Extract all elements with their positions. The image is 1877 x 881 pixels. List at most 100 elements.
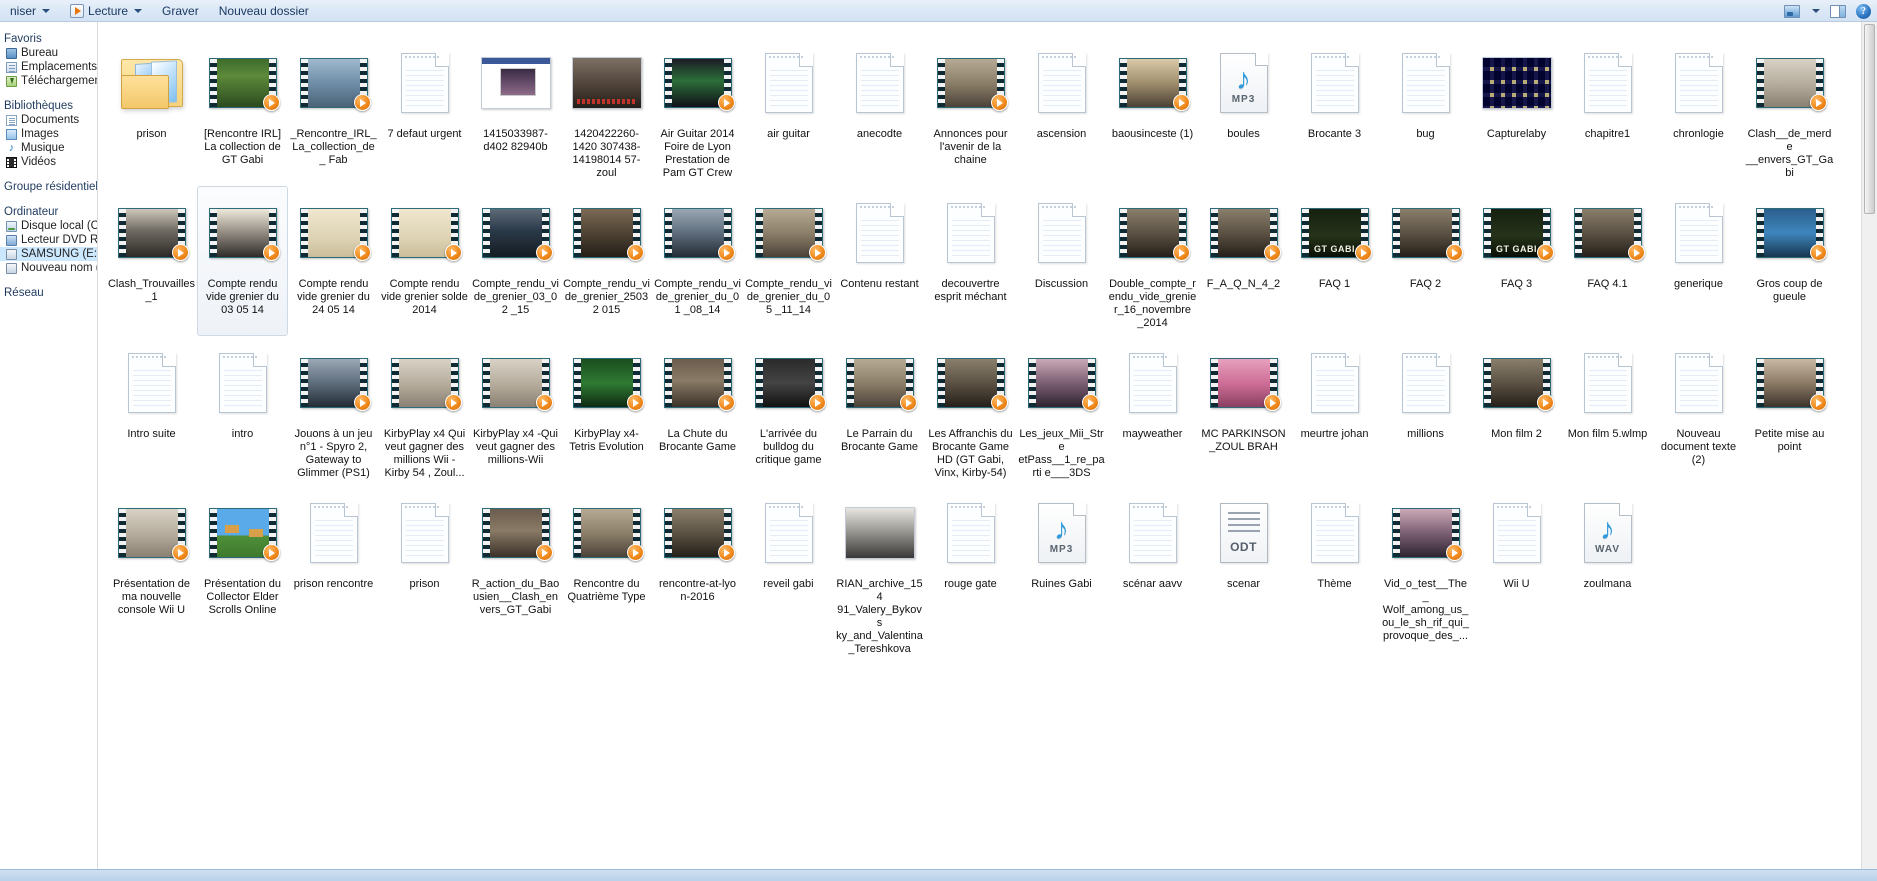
file-item[interactable]: generique [1653, 186, 1744, 336]
burn-button[interactable]: Graver [152, 1, 209, 21]
file-item[interactable]: _Rencontre_IRL_ La_collection_de_ Fab [288, 36, 379, 186]
file-item[interactable]: 7 defaut urgent [379, 36, 470, 186]
help-icon[interactable]: ? [1856, 3, 1871, 19]
file-item[interactable]: Mon film 5.wlmp [1562, 336, 1653, 486]
file-item[interactable]: ODT scenar [1198, 486, 1289, 659]
sidebar-item-images[interactable]: Images [0, 127, 97, 141]
file-item[interactable]: FAQ 3 [1471, 186, 1562, 336]
file-item[interactable]: FAQ 2 [1380, 186, 1471, 336]
file-item[interactable]: prison rencontre [288, 486, 379, 659]
file-item[interactable]: ♪ WAV zoulmana [1562, 486, 1653, 659]
sidebar-item-disque-local-c[interactable]: Disque local (C:) [0, 219, 97, 233]
file-item[interactable]: Petite mise au point [1744, 336, 1835, 486]
scrollbar-thumb[interactable] [1864, 24, 1875, 214]
sidebar-item-t-l-chargements[interactable]: Téléchargements [0, 74, 97, 88]
vertical-scrollbar[interactable] [1861, 22, 1877, 869]
file-name-label: generique [1674, 278, 1723, 290]
sidebar-item-samsung-e[interactable]: SAMSUNG (E:) [0, 247, 97, 261]
file-item[interactable]: ♪ MP3 boules [1198, 36, 1289, 186]
sidebar-item-documents[interactable]: Documents [0, 113, 97, 127]
file-item[interactable]: KirbyPlay x4 Qui veut gagner des million… [379, 336, 470, 486]
file-item[interactable]: reveil gabi [743, 486, 834, 659]
file-item[interactable]: ♪ MP3 Ruines Gabi [1016, 486, 1107, 659]
file-item[interactable]: Jouons à un jeu n°1 - Spyro 2, Gateway t… [288, 336, 379, 486]
file-item[interactable]: Présentation de ma nouvelle console Wii … [106, 486, 197, 659]
file-item[interactable]: [Rencontre IRL] La collection de GT Gabi [197, 36, 288, 186]
file-item[interactable]: Rencontre du Quatrième Type [561, 486, 652, 659]
file-name-label: reveil gabi [763, 578, 814, 590]
chevron-down-icon[interactable] [1812, 9, 1820, 13]
file-item[interactable]: meurtre johan [1289, 336, 1380, 486]
file-item[interactable]: FAQ 1 [1289, 186, 1380, 336]
file-item[interactable]: Compte_rendu_vi de_grenier_du_05 _11_14 [743, 186, 834, 336]
file-item[interactable]: chapitre1 [1562, 36, 1653, 186]
file-item[interactable]: Contenu restant [834, 186, 925, 336]
file-item[interactable]: Brocante 3 [1289, 36, 1380, 186]
file-item[interactable]: prison [106, 36, 197, 186]
file-item[interactable]: Capturelaby [1471, 36, 1562, 186]
file-item[interactable]: Compte_rendu_vi de_grenier_du_01 _08_14 [652, 186, 743, 336]
file-item[interactable]: RIAN_archive_154 91_Valery_Bykovs ky_and… [834, 486, 925, 659]
organize-button[interactable]: niser [0, 1, 60, 21]
file-item[interactable]: Les Affranchis du Brocante Game HD (GT G… [925, 336, 1016, 486]
file-item[interactable]: Gros coup de gueule [1744, 186, 1835, 336]
file-item[interactable]: Air Guitar 2014 Foire de Lyon Prestation… [652, 36, 743, 186]
file-item[interactable]: prison [379, 486, 470, 659]
file-item[interactable]: 1420422260-1420 307438-14198014 57-zoul [561, 36, 652, 186]
file-item[interactable]: La Chute du Brocante Game [652, 336, 743, 486]
play-overlay-icon [717, 544, 735, 561]
view-layout-icon[interactable] [1784, 4, 1800, 18]
file-item[interactable]: Le Parrain du Brocante Game [834, 336, 925, 486]
file-item[interactable]: chronlogie [1653, 36, 1744, 186]
file-item[interactable]: bug [1380, 36, 1471, 186]
file-item[interactable]: air guitar [743, 36, 834, 186]
file-item[interactable]: Présentation du Collector Elder Scrolls … [197, 486, 288, 659]
file-item[interactable]: Clash_Trouvailles _1 [106, 186, 197, 336]
sidebar-item-musique[interactable]: ♪ Musique [0, 141, 97, 155]
file-item[interactable]: F_A_Q_N_4_2 [1198, 186, 1289, 336]
file-item[interactable]: Les_jeux_Mii_Stre etPass__1_re_parti e__… [1016, 336, 1107, 486]
file-item[interactable]: Annonces pour l'avenir de la chaine [925, 36, 1016, 186]
file-thumbnail [746, 41, 831, 125]
play-button[interactable]: Lecture [60, 1, 152, 21]
sidebar-item-lecteur-dvd-rw-d[interactable]: Lecteur DVD RW (D: [0, 233, 97, 247]
file-item[interactable]: Nouveau document texte (2) [1653, 336, 1744, 486]
image-file-icon [480, 57, 551, 109]
file-item[interactable]: millions [1380, 336, 1471, 486]
file-item[interactable]: rouge gate [925, 486, 1016, 659]
file-item[interactable]: rencontre-at-lyo n-2016 [652, 486, 743, 659]
file-item[interactable]: ascension [1016, 36, 1107, 186]
file-item[interactable]: Clash__de_merde __envers_GT_Gabi [1744, 36, 1835, 186]
file-item[interactable]: Compte_rendu_vi de_grenier_03_02 _15 [470, 186, 561, 336]
file-item[interactable]: decouvertre esprit méchant [925, 186, 1016, 336]
file-item[interactable]: mayweather [1107, 336, 1198, 486]
file-item[interactable]: R_action_du_Bao usien__Clash_en vers_GT_… [470, 486, 561, 659]
file-item[interactable]: L'arrivée du bulldog du critique game [743, 336, 834, 486]
sidebar-item-vid-os[interactable]: Vidéos [0, 155, 97, 169]
sidebar-item-emplacements-r-cen[interactable]: Emplacements récen [0, 60, 97, 74]
file-item[interactable]: KirbyPlay x4-Tetris Evolution [561, 336, 652, 486]
preview-pane-icon[interactable] [1830, 4, 1846, 18]
new-folder-button[interactable]: Nouveau dossier [209, 1, 319, 21]
file-item[interactable]: Discussion [1016, 186, 1107, 336]
file-item[interactable]: anecodte [834, 36, 925, 186]
file-item[interactable]: Compte rendu vide grenier du 03 05 14 [197, 186, 288, 336]
file-item[interactable]: Compte_rendu_vi de_grenier_25032 015 [561, 186, 652, 336]
file-item[interactable]: Thème [1289, 486, 1380, 659]
file-item[interactable]: Double_compte_r endu_vide_grenie r_16_no… [1107, 186, 1198, 336]
file-item[interactable]: Compte rendu vide grenier du 24 05 14 [288, 186, 379, 336]
file-item[interactable]: Compte rendu vide grenier solde 2014 [379, 186, 470, 336]
file-item[interactable]: FAQ 4.1 [1562, 186, 1653, 336]
file-item[interactable]: scénar aavv [1107, 486, 1198, 659]
file-item[interactable]: Intro suite [106, 336, 197, 486]
file-item[interactable]: MC PARKINSON _ZOUL BRAH [1198, 336, 1289, 486]
sidebar-item-nouveau-nom-x[interactable]: Nouveau nom (X:) [0, 261, 97, 275]
file-item[interactable]: Vid_o_test__The_ Wolf_among_us_ ou_le_sh… [1380, 486, 1471, 659]
sidebar-item-bureau[interactable]: Bureau [0, 46, 97, 60]
file-item[interactable]: Wii U [1471, 486, 1562, 659]
file-item[interactable]: baousinceste (1) [1107, 36, 1198, 186]
file-item[interactable]: intro [197, 336, 288, 486]
file-item[interactable]: 1415033987-d402 82940b [470, 36, 561, 186]
file-item[interactable]: KirbyPlay x4 -Qui veut gagner des millio… [470, 336, 561, 486]
file-item[interactable]: Mon film 2 [1471, 336, 1562, 486]
